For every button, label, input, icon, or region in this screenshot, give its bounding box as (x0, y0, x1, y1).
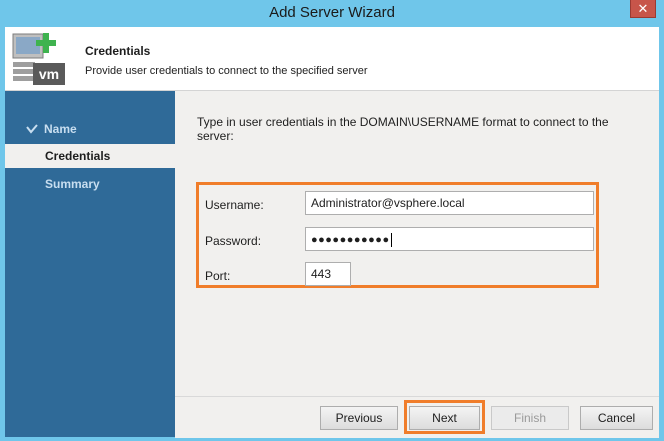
finish-button: Finish (491, 406, 569, 430)
close-icon: ✕ (637, 1, 649, 16)
sidebar-item-summary[interactable]: Summary (5, 172, 175, 196)
username-input[interactable]: Administrator@vsphere.local (305, 191, 594, 215)
port-input[interactable]: 443 (305, 262, 351, 286)
wizard-header: vm Credentials Provide user credentials … (5, 27, 659, 91)
next-button[interactable]: Next (409, 406, 480, 430)
checkmark-icon (26, 124, 38, 134)
page-title: Credentials (85, 44, 151, 58)
title-bar[interactable]: Add Server Wizard ✕ (0, 0, 664, 26)
page-subtitle: Provide user credentials to connect to t… (85, 65, 368, 77)
wizard-client-area: vm Credentials Provide user credentials … (5, 27, 659, 438)
wizard-steps-sidebar: Name Credentials Summary (5, 91, 175, 437)
window-title: Add Server Wizard (269, 4, 395, 21)
credentials-content: Type in user credentials in the DOMAIN\U… (175, 91, 659, 396)
close-button[interactable]: ✕ (630, 0, 656, 18)
wizard-footer: Previous Next Finish Cancel (175, 396, 659, 438)
sidebar-item-credentials[interactable]: Credentials (5, 144, 175, 168)
sidebar-item-label: Name (44, 122, 77, 136)
wizard-window: Add Server Wizard ✕ vm Credentials Provi… (0, 0, 664, 441)
server-add-vm-icon: vm (12, 33, 65, 85)
username-label: Username: (205, 198, 264, 212)
sidebar-item-label: Credentials (45, 149, 111, 163)
port-label: Port: (205, 269, 231, 283)
instructions-text: Type in user credentials in the DOMAIN\U… (197, 115, 609, 143)
cancel-button[interactable]: Cancel (580, 406, 653, 430)
password-label: Password: (205, 234, 262, 248)
password-input[interactable]: ●●●●●●●●●●● (305, 227, 594, 251)
sidebar-item-name[interactable]: Name (5, 117, 175, 141)
previous-button[interactable]: Previous (320, 406, 398, 430)
vm-icon-text: vm (39, 66, 59, 82)
sidebar-item-label: Summary (45, 177, 100, 191)
password-masked-value: ●●●●●●●●●●● (311, 234, 390, 246)
text-caret (390, 232, 392, 247)
